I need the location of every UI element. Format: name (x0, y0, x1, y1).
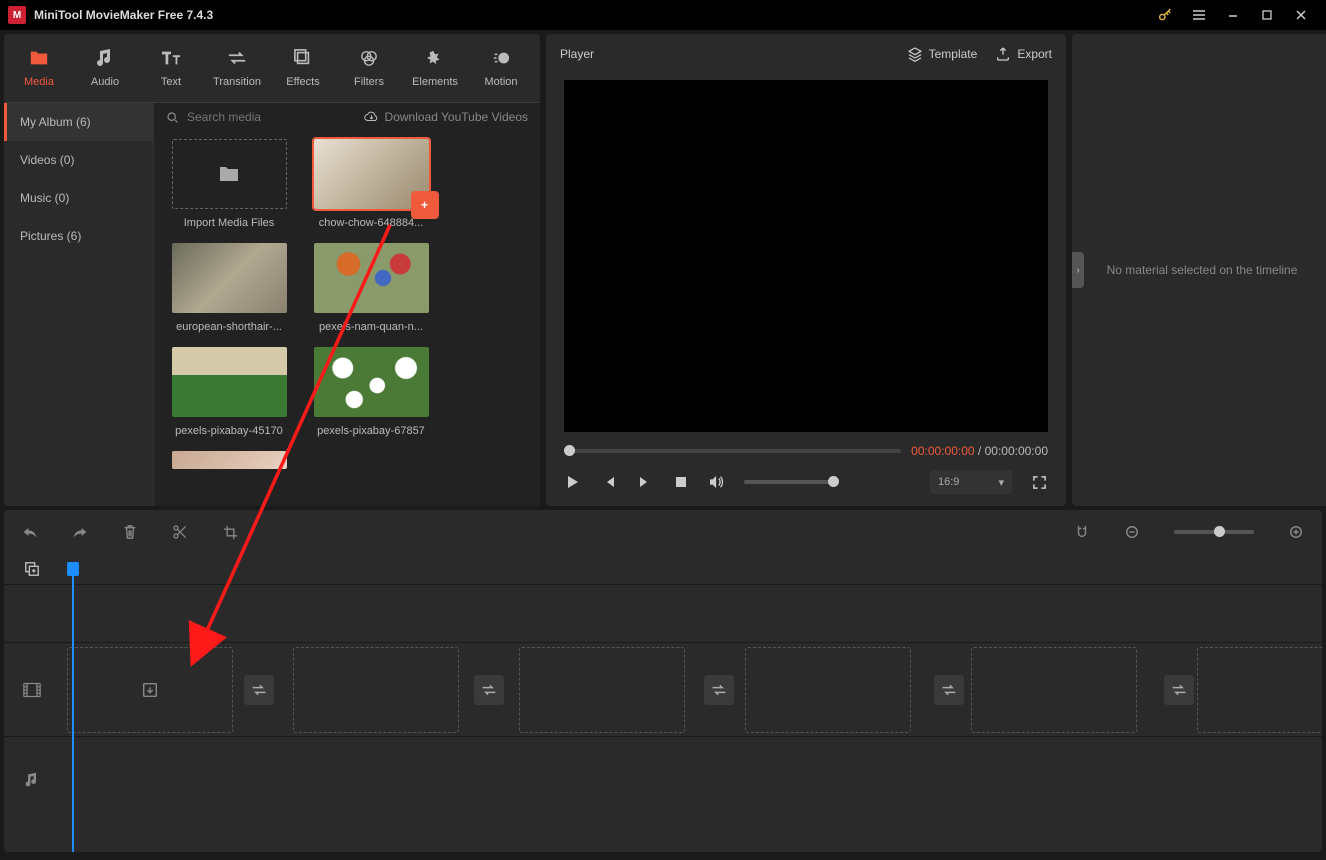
thumb-caption: pexels-pixabay-45170 (175, 425, 283, 437)
media-grid: Import Media Files +chow-chow-648884... eu… (154, 131, 540, 506)
thumb-caption: european-shorthair-... (176, 321, 282, 333)
filters-icon (360, 48, 378, 68)
thumb-caption: pexels-pixabay-67857 (317, 425, 425, 437)
sidebar-item[interactable]: Pictures (6) (4, 217, 153, 255)
volume-icon[interactable] (708, 473, 726, 491)
motion-icon (492, 48, 510, 68)
transition-slot[interactable] (244, 675, 274, 705)
tab-filters[interactable]: Filters (336, 42, 402, 94)
undo-icon[interactable] (22, 524, 38, 540)
split-icon[interactable] (172, 524, 188, 540)
clip-slot[interactable] (67, 647, 233, 733)
timeline (4, 554, 1322, 852)
titlebar: M MiniTool MovieMaker Free 7.4.3 (0, 0, 1326, 30)
sidebar-item[interactable]: Music (0) (4, 179, 153, 217)
clip-slot[interactable] (293, 647, 459, 733)
playhead[interactable] (72, 566, 74, 852)
video-track-icon (4, 682, 59, 698)
timecode: 00:00:00:00 / 00:00:00:00 (911, 444, 1048, 458)
template-button[interactable]: Template (907, 46, 978, 62)
player-title: Player (560, 47, 594, 61)
main-toolbar: MediaAudioTextTransitionEffectsFiltersEl… (4, 34, 540, 102)
close-icon[interactable] (1284, 0, 1318, 30)
video-preview[interactable] (564, 80, 1048, 432)
effects-icon (294, 48, 312, 68)
thumb-caption: pexels-nam-quan-n... (319, 321, 423, 333)
clip-slot[interactable] (519, 647, 685, 733)
clip-slot[interactable] (1197, 647, 1322, 733)
app-title: MiniTool MovieMaker Free 7.4.3 (34, 8, 213, 22)
sidebar-item[interactable]: My Album (6) (4, 103, 153, 141)
properties-empty-text: No material selected on the timeline (1107, 263, 1298, 277)
media-thumb[interactable]: pexels-nam-quan-n... (306, 243, 436, 333)
media-thumb[interactable]: european-shorthair-... (164, 243, 294, 333)
add-to-timeline-icon[interactable]: + (413, 193, 437, 217)
audio-track[interactable] (59, 737, 1322, 822)
delete-icon[interactable] (122, 524, 138, 540)
media-sidebar: My Album (6)Videos (0)Music (0)Pictures … (4, 103, 154, 506)
thumb-caption: Import Media Files (184, 217, 274, 229)
transition-slot[interactable] (934, 675, 964, 705)
volume-slider[interactable] (744, 480, 839, 484)
media-thumb[interactable]: pexels-pixabay-67857 (306, 347, 436, 437)
redo-icon[interactable] (72, 524, 88, 540)
export-icon (995, 46, 1011, 62)
transition-icon (227, 48, 247, 68)
tab-effects[interactable]: Effects (270, 42, 336, 94)
cloud-download-icon (364, 111, 379, 124)
audio-track-icon (4, 772, 59, 788)
prev-frame-icon[interactable] (600, 473, 618, 491)
player-panel: Player Template Export 00:00:00:00 / 00:… (546, 34, 1066, 506)
transition-slot[interactable] (704, 675, 734, 705)
thumb-caption: chow-chow-648884... (319, 217, 424, 229)
zoom-out-icon[interactable] (1124, 524, 1140, 540)
clip-slot[interactable] (971, 647, 1137, 733)
clip-slot[interactable] (745, 647, 911, 733)
template-icon (907, 46, 923, 62)
expand-tab[interactable]: › (1072, 252, 1084, 288)
minimize-icon[interactable] (1216, 0, 1250, 30)
search-input[interactable] (185, 109, 344, 125)
transition-slot[interactable] (1164, 675, 1194, 705)
tab-media[interactable]: Media (6, 42, 72, 94)
zoom-in-icon[interactable] (1288, 524, 1304, 540)
tab-motion[interactable]: Motion (468, 42, 534, 94)
media-thumb[interactable]: pexels-pixabay-45170 (164, 347, 294, 437)
tab-audio[interactable]: Audio (72, 42, 138, 94)
import-media-button[interactable] (172, 139, 287, 209)
chevron-down-icon: ▾ (998, 476, 1004, 489)
folder-icon (29, 48, 49, 68)
sidebar-item[interactable]: Videos (0) (4, 141, 153, 179)
text-icon (161, 48, 181, 68)
tab-transition[interactable]: Transition (204, 42, 270, 94)
play-icon[interactable] (564, 473, 582, 491)
download-youtube-button[interactable]: Download YouTube Videos (364, 110, 528, 124)
add-track-icon[interactable] (4, 561, 59, 577)
fullscreen-icon[interactable] (1030, 473, 1048, 491)
hamburger-icon[interactable] (1182, 0, 1216, 30)
next-frame-icon[interactable] (636, 473, 654, 491)
search-icon (166, 111, 179, 124)
magnet-icon[interactable] (1074, 524, 1090, 540)
tab-elements[interactable]: Elements (402, 42, 468, 94)
media-panel: MediaAudioTextTransitionEffectsFiltersEl… (4, 34, 540, 506)
scrub-bar[interactable] (564, 449, 901, 453)
transition-slot[interactable] (474, 675, 504, 705)
music-icon (97, 48, 113, 68)
crop-icon[interactable] (222, 524, 238, 540)
video-track[interactable] (59, 643, 1322, 736)
key-icon[interactable] (1148, 0, 1182, 30)
ruler[interactable] (59, 554, 1322, 584)
zoom-slider[interactable] (1174, 530, 1254, 534)
stop-icon[interactable] (672, 473, 690, 491)
export-button[interactable]: Export (995, 46, 1052, 62)
app-logo: M (8, 6, 26, 24)
tab-text[interactable]: Text (138, 42, 204, 94)
elements-icon (426, 48, 444, 68)
media-thumb[interactable]: +chow-chow-648884... (306, 139, 436, 229)
maximize-icon[interactable] (1250, 0, 1284, 30)
aspect-select[interactable]: 16:9▾ (930, 470, 1012, 494)
timeline-toolbar (4, 510, 1322, 554)
properties-panel: › No material selected on the timeline (1072, 34, 1326, 506)
